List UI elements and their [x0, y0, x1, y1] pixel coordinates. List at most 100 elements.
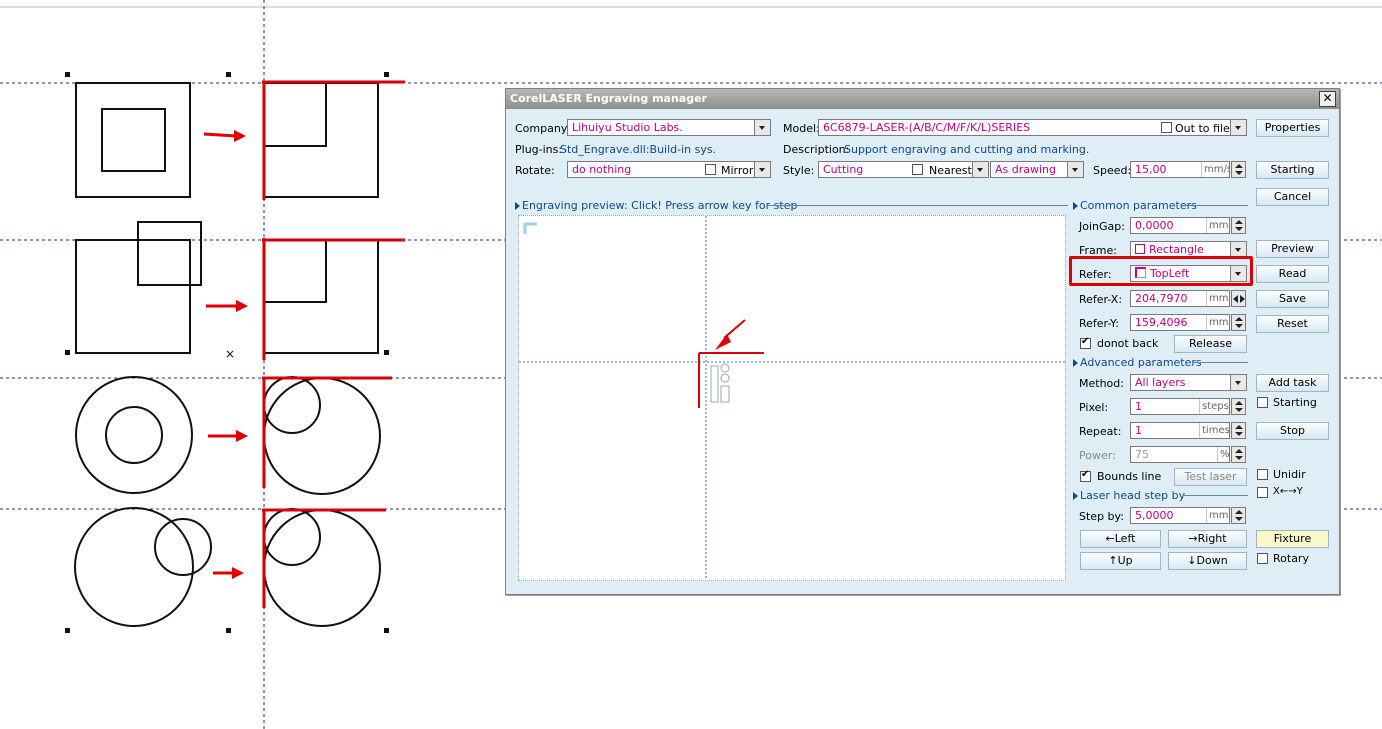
engraving-manager-dialog: CorelLASER Engraving manager ✕ Company: …: [505, 88, 1340, 595]
rotary-checkbox[interactable]: [1257, 553, 1268, 564]
unidir-checkbox[interactable]: [1257, 469, 1268, 480]
plugins-label: Plug-ins:: [515, 143, 563, 156]
preview-drawing: [519, 216, 1065, 580]
refery-input[interactable]: 159,4096 mm: [1130, 314, 1230, 331]
add-task-button[interactable]: Add task: [1256, 374, 1329, 392]
method-label: Method:: [1079, 377, 1124, 390]
style-label: Style:: [783, 164, 815, 177]
referx-unit: mm: [1206, 291, 1229, 306]
dropdown-arrow-icon[interactable]: [754, 120, 770, 135]
speed-input[interactable]: 15,00 mm/s: [1130, 161, 1230, 178]
fixture-button[interactable]: Fixture: [1256, 530, 1329, 548]
refery-spin-arrows-icon[interactable]: [1231, 314, 1246, 331]
dropdown-arrow-icon[interactable]: [1230, 120, 1246, 135]
dropdown-arrow-icon[interactable]: [754, 162, 770, 177]
company-value: Lihuiyu Studio Labs.: [572, 121, 683, 134]
style-value: Cutting: [823, 163, 864, 176]
plugins-value: Std_Engrave.dll:Build-in sys.: [560, 143, 717, 156]
referx-value: 204,7970: [1135, 292, 1188, 305]
speed-label: Speed:: [1093, 164, 1132, 177]
refery-label: Refer-Y:: [1079, 317, 1120, 330]
refery-unit: mm: [1206, 315, 1229, 330]
order-value: As drawing: [995, 163, 1057, 176]
out-to-file-checkbox[interactable]: [1161, 122, 1172, 133]
test-laser-button[interactable]: Test laser: [1174, 468, 1247, 486]
power-label: Power:: [1079, 449, 1116, 462]
stepby-unit: mm: [1206, 508, 1229, 523]
step-right-button[interactable]: →Right: [1168, 530, 1247, 548]
pixel-unit: steps: [1199, 399, 1229, 414]
stepby-label: Step by:: [1079, 510, 1124, 523]
description-value: Support engraving and cutting and markin…: [844, 143, 1090, 156]
repeat-value: 1: [1135, 424, 1142, 437]
section-divider: [1193, 362, 1248, 363]
joingap-input[interactable]: 0,0000 mm: [1130, 217, 1230, 234]
power-value: 75: [1135, 448, 1149, 461]
dialog-title-bar[interactable]: CorelLASER Engraving manager ✕: [506, 89, 1339, 109]
section-divider: [1182, 205, 1248, 206]
mirror-checkbox[interactable]: [705, 164, 716, 175]
stop-button[interactable]: Stop: [1256, 422, 1329, 440]
method-value: All layers: [1135, 376, 1186, 389]
mirror-label: Mirror: [721, 164, 754, 177]
section-divider: [1183, 495, 1248, 496]
joingap-label: JoinGap:: [1079, 220, 1125, 233]
dialog-title: CorelLASER Engraving manager: [510, 92, 707, 105]
joingap-value: 0,0000: [1135, 219, 1174, 232]
referx-label: Refer-X:: [1079, 293, 1123, 306]
nearest-checkbox[interactable]: [912, 164, 923, 175]
donotback-checkbox[interactable]: [1080, 336, 1091, 349]
repeat-spin-arrows-icon[interactable]: [1231, 422, 1246, 439]
starting-button[interactable]: Starting: [1256, 161, 1329, 179]
starting-checkbox[interactable]: [1257, 397, 1268, 408]
speed-unit: mm/s: [1201, 162, 1229, 177]
referx-input[interactable]: 204,7970 mm: [1130, 290, 1230, 307]
section-divider: [768, 205, 1068, 206]
speed-value: 15,00: [1135, 163, 1167, 176]
step-down-button[interactable]: ↓Down: [1168, 552, 1247, 570]
cancel-button[interactable]: Cancel: [1256, 188, 1329, 206]
dropdown-arrow-icon[interactable]: [972, 162, 988, 177]
company-select[interactable]: Lihuiyu Studio Labs.: [567, 119, 771, 136]
nearest-label: Nearest: [929, 164, 972, 177]
repeat-unit: times: [1199, 423, 1229, 438]
dropdown-arrow-icon[interactable]: [1067, 162, 1083, 177]
save-button[interactable]: Save: [1256, 290, 1329, 308]
bounds-line-label: Bounds line: [1097, 470, 1162, 483]
stepby-input[interactable]: 5,0000 mm: [1130, 507, 1230, 524]
method-select[interactable]: All layers: [1130, 374, 1247, 391]
xy-swap-label: X←→Y: [1273, 486, 1303, 497]
step-left-button[interactable]: ←Left: [1080, 530, 1161, 548]
out-to-file-label: Out to file: [1175, 122, 1230, 135]
dropdown-arrow-icon[interactable]: [1230, 375, 1246, 390]
model-value: 6C6879-LASER-(A/B/C/M/F/K/L)SERIES: [823, 121, 1031, 134]
stepby-spin-arrows-icon[interactable]: [1231, 507, 1246, 524]
step-up-button[interactable]: ↑Up: [1080, 552, 1161, 570]
center-marker-icon: ×: [225, 347, 235, 361]
read-button[interactable]: Read: [1256, 265, 1329, 283]
joingap-spin-arrows-icon[interactable]: [1231, 217, 1246, 234]
pixel-input[interactable]: 1 steps: [1130, 398, 1230, 415]
company-label: Company:: [515, 122, 571, 135]
pixel-spin-arrows-icon[interactable]: [1231, 398, 1246, 415]
bounds-line-checkbox[interactable]: [1080, 469, 1091, 482]
xy-swap-checkbox[interactable]: [1257, 487, 1268, 498]
close-icon[interactable]: ✕: [1319, 91, 1336, 107]
engraving-preview-area[interactable]: [518, 215, 1066, 581]
referx-spin-arrows-icon[interactable]: [1231, 290, 1246, 307]
preview-button[interactable]: Preview: [1256, 240, 1329, 258]
release-button[interactable]: Release: [1174, 335, 1247, 353]
reset-button[interactable]: Reset: [1256, 315, 1329, 333]
stepby-value: 5,0000: [1135, 509, 1174, 522]
rotary-label: Rotary: [1273, 552, 1309, 565]
dropdown-arrow-icon[interactable]: [1230, 242, 1246, 257]
refer-highlight-box: [1069, 256, 1253, 286]
speed-spin-arrows-icon[interactable]: [1231, 161, 1246, 178]
starting-checkbox-label: Starting: [1273, 396, 1317, 409]
properties-button[interactable]: Properties: [1256, 119, 1329, 137]
pixel-label: Pixel:: [1079, 401, 1109, 414]
power-spin-arrows-icon[interactable]: [1231, 446, 1246, 463]
repeat-input[interactable]: 1 times: [1130, 422, 1230, 439]
order-select[interactable]: As drawing: [990, 161, 1084, 178]
power-input[interactable]: 75%: [1130, 446, 1230, 463]
